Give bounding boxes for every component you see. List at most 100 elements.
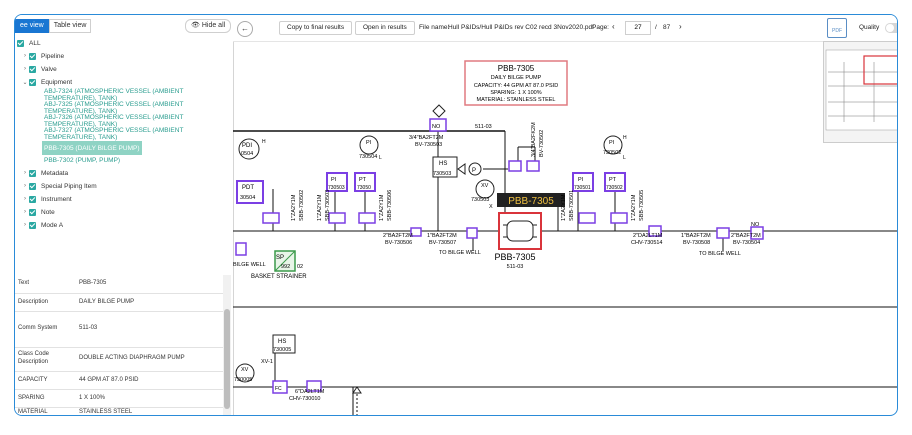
tree-leaf-equipment-selected[interactable]: PBB-7305 (DAILY BILGE PUMP) [42, 141, 142, 155]
valve-tag: CHV-730514 [631, 240, 663, 246]
property-value: 1 X 100% [79, 395, 106, 401]
minimap[interactable] [823, 41, 897, 143]
tree-leaf-equipment[interactable]: ABJ-7326 (ATMOSPHERIC VESSEL (AMBIENT TE… [44, 114, 233, 128]
chevron-right-icon[interactable]: › [21, 209, 29, 215]
chevron-right-icon[interactable]: › [21, 183, 29, 189]
xv-label: XV [481, 183, 489, 189]
tab-table-view[interactable]: Table view [48, 19, 92, 33]
no-label: NO [751, 222, 760, 228]
pt-730503-symbol[interactable]: PT 73050 [354, 172, 376, 192]
hs-tag: 730503 [433, 171, 451, 177]
tree-item-mode-a[interactable]: › Mode A [21, 219, 63, 231]
table-row: CAPACITY 44 GPM AT 87.0 PSID [15, 371, 223, 390]
pt-730502-symbol[interactable]: PT 730502 [604, 172, 626, 192]
pdi-tag: 0504 [241, 151, 253, 157]
checkbox-icon[interactable] [29, 182, 36, 190]
pdi-h-label: H [262, 139, 266, 145]
chevron-right-icon[interactable]: › [21, 53, 29, 59]
checkbox-icon[interactable] [29, 208, 36, 216]
spec-material: MATERIAL: STAINLESS STEEL [477, 97, 556, 103]
page-number-input[interactable]: 27 [625, 21, 651, 35]
checkbox-icon[interactable] [29, 52, 36, 60]
pdf-export-icon[interactable]: PDF [827, 18, 847, 38]
pi-730504-symbol[interactable]: PI 730504 L [359, 135, 382, 161]
property-value: 511-03 [79, 325, 98, 331]
chevron-right-icon[interactable]: › [21, 66, 29, 72]
hs-730005-symbol[interactable]: HS 730005 [272, 334, 296, 354]
chevron-right-icon[interactable]: › [21, 222, 29, 228]
tree-item-equipment[interactable]: ⌄ Equipment [21, 76, 72, 88]
valve-size: 2"BA2FT2M [731, 233, 761, 239]
xv1-label: XV-1 [261, 359, 273, 365]
back-button[interactable]: ← [237, 21, 253, 37]
checkbox-icon[interactable] [29, 65, 36, 73]
pdt-label: PDT [242, 185, 254, 191]
pdt-tag: 30504 [240, 195, 255, 201]
quality-label: Quality [859, 24, 880, 31]
tree-item-instrument[interactable]: › Instrument [21, 193, 72, 205]
valve-size: 1"ZA2Y1M [379, 194, 385, 221]
hs-730503-symbol[interactable]: HS 730503 [432, 156, 458, 178]
file-name: Hull P&IDs/Hull P&IDs rev C02 recd 3Nov2… [448, 24, 594, 31]
xv-fc-label: X [489, 204, 493, 210]
copy-to-final-results-button[interactable]: Copy to final results [279, 21, 353, 35]
checkbox-icon[interactable] [29, 195, 36, 203]
property-value: PBB-7305 [79, 280, 107, 286]
tree-item-special-piping[interactable]: › Special Piping Item [21, 180, 97, 192]
tree-item-pipeline[interactable]: › Pipeline [21, 50, 64, 62]
pi-730503-symbol[interactable]: PI 730503 [326, 172, 348, 192]
open-in-results-button[interactable]: Open in results [355, 21, 415, 35]
valve-bv-730503[interactable]: NO 3/4"BA2FT2M BV-730503 511-03 [409, 104, 492, 148]
chevron-left-icon[interactable]: ‹ [612, 22, 615, 31]
property-value: 44 GPM AT 87.0 PSID [79, 377, 139, 383]
hide-all-button[interactable]: 👁 Hide all [185, 19, 232, 33]
pi-label: PI [578, 177, 584, 183]
tree-item-valve[interactable]: › Valve [21, 63, 57, 75]
pi-730501-symbol[interactable]: PI 730501 [572, 172, 594, 192]
pi-730502-symbol[interactable]: PI 730502 H L [603, 135, 627, 161]
checkbox-icon[interactable] [29, 78, 36, 86]
tree-label: Equipment [41, 78, 73, 86]
tree-leaf-equipment[interactable]: PBB-7302 (PUMP, PUMP) [44, 154, 120, 166]
property-label: MATERIAL [18, 409, 48, 415]
bilge-well-label: BILGE WELL [233, 262, 266, 268]
spec-desc: DAILY BILGE PUMP [491, 75, 542, 81]
xv-label: XV [241, 367, 249, 373]
pdi-symbol[interactable]: PDI 0504 H [238, 138, 266, 160]
p-symbol[interactable]: P [457, 162, 482, 176]
tree-leaf-equipment[interactable]: ABJ-7325 (ATMOSPHERIC VESSEL (AMBIENT TE… [44, 101, 233, 115]
chevron-down-icon[interactable]: ⌄ [21, 79, 29, 86]
p-label: P [472, 168, 476, 174]
toolbar: ← Copy to final results Open in results … [233, 15, 897, 42]
pdt-symbol[interactable]: PDT 30504 [236, 180, 264, 204]
drawing-canvas[interactable]: PDI 0504 H PDT 30504 PBB-7305 DAILY BILG… [233, 41, 897, 415]
xv-730005-symbol[interactable]: XV 730005 [234, 363, 255, 383]
valve-tag: SBB-730506 [387, 190, 393, 221]
quality-toggle[interactable] [885, 23, 897, 33]
chevron-right-icon[interactable]: › [679, 22, 682, 31]
checkbox-icon[interactable] [17, 39, 24, 47]
valve-size: 2"DA2LT1M [633, 233, 663, 239]
tree-leaf-equipment[interactable]: ABJ-7324 (ATMOSPHERIC VESSEL (AMBIENT TE… [44, 88, 233, 102]
pt-tag: 730502 [606, 185, 623, 191]
chevron-right-icon[interactable]: › [21, 196, 29, 202]
scrollbar-thumb[interactable] [224, 309, 230, 409]
table-row: Class Code Description DOUBLE ACTING DIA… [15, 347, 223, 372]
properties-scrollbar[interactable] [223, 275, 231, 415]
basket-strainer-label: BASKET STRAINER [251, 274, 307, 280]
checkbox-icon[interactable] [29, 169, 36, 177]
tree-label: Instrument [41, 195, 72, 203]
tree-item-note[interactable]: › Note [21, 206, 55, 218]
valve-tag: CHV-730010 [289, 396, 321, 402]
tab-tree-view[interactable]: ee view [15, 19, 49, 33]
sp-tag: 992 [281, 264, 290, 270]
chevron-right-icon[interactable]: › [21, 170, 29, 176]
to-bilge-label: TO BILGE WELL [439, 250, 481, 256]
tree-item-metadata[interactable]: › Metadata [21, 167, 68, 179]
pi-label: PI [366, 140, 372, 146]
checkbox-icon[interactable] [29, 221, 36, 229]
tree-label: Valve [41, 65, 57, 73]
equipment-spec-box[interactable]: PBB-7305 DAILY BILGE PUMP CAPACITY: 44 G… [464, 60, 568, 106]
tree-leaf-equipment[interactable]: ABJ-7327 (ATMOSPHERIC VESSEL (AMBIENT TE… [44, 127, 233, 141]
tree-item-all[interactable]: ALL [17, 37, 41, 49]
